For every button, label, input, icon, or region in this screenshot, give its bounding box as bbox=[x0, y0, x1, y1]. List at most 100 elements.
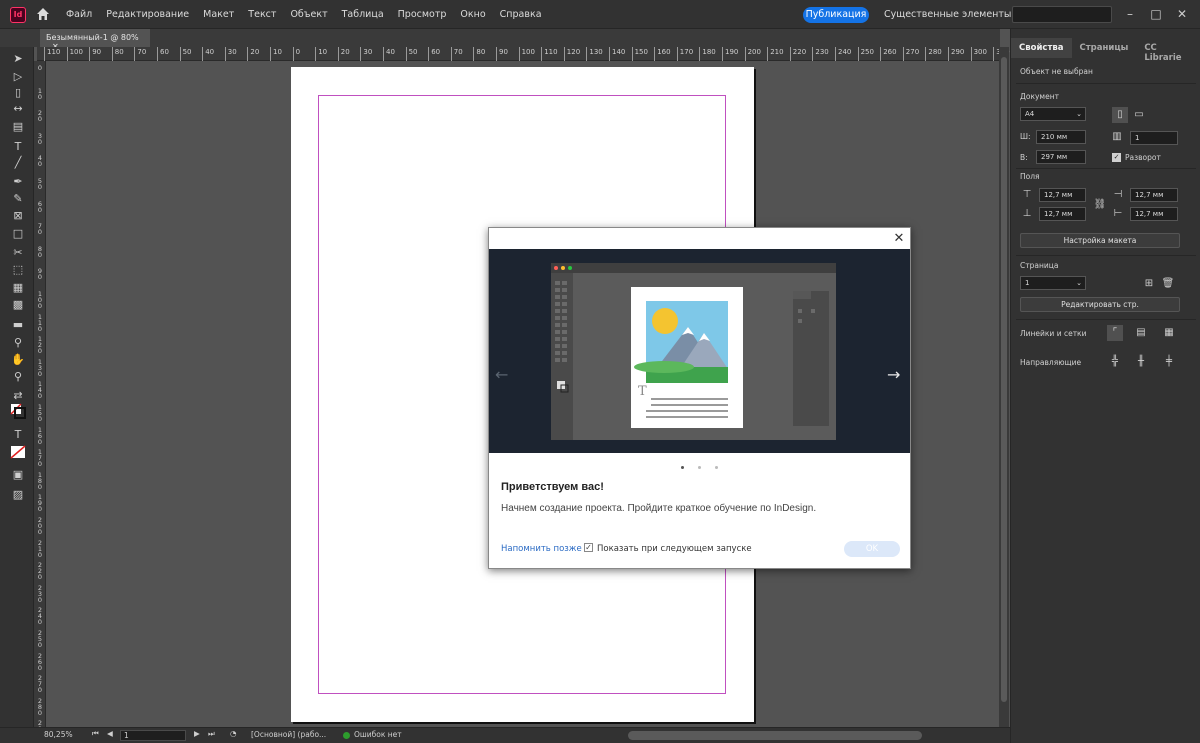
carousel-dot[interactable] bbox=[681, 466, 684, 469]
screen-mode-icon[interactable]: ▣ bbox=[9, 467, 27, 483]
menu-table[interactable]: Таблица bbox=[342, 9, 384, 20]
vertical-ruler[interactable]: 0 10 20 30 40 50 60 70 80 90 100 110 120130 140 150 160… bbox=[34, 61, 46, 739]
spread-checkbox[interactable]: ✓ bbox=[1112, 153, 1121, 162]
menu-layout[interactable]: Макет bbox=[203, 9, 234, 20]
type-tool-icon[interactable]: T bbox=[9, 139, 27, 155]
pencil-tool-icon[interactable]: ✎ bbox=[9, 191, 27, 207]
lock-guides-icon[interactable]: ╫ bbox=[1133, 354, 1149, 370]
zoom-tool-icon[interactable]: ⚲ bbox=[9, 369, 27, 385]
rulers-icon[interactable]: ⌜ bbox=[1107, 325, 1123, 341]
content-collector-tool-icon[interactable]: ▤ bbox=[9, 119, 27, 135]
tab-cc-libraries[interactable]: CC Librarie bbox=[1136, 38, 1200, 63]
menu-type[interactable]: Текст bbox=[248, 9, 276, 20]
hand-tool-icon[interactable]: ✋ bbox=[9, 352, 27, 368]
selection-tool-icon[interactable]: ➤ bbox=[9, 51, 27, 67]
ruler-tick-label: 180 bbox=[699, 47, 716, 61]
pages-count-field[interactable]: 1 bbox=[1130, 131, 1178, 145]
home-icon[interactable] bbox=[35, 6, 51, 22]
portrait-orientation-icon[interactable]: ▯ bbox=[1112, 107, 1128, 123]
landscape-orientation-icon[interactable]: ▭ bbox=[1131, 107, 1147, 123]
snap-guides-icon[interactable]: ╪ bbox=[1161, 354, 1177, 370]
gradient-swatch-tool-icon[interactable]: ▦ bbox=[9, 280, 27, 296]
margin-bottom-field[interactable]: 12,7 мм bbox=[1039, 207, 1086, 221]
menu-edit[interactable]: Редактирование bbox=[106, 9, 189, 20]
chevron-down-icon: ⌄ bbox=[1076, 110, 1082, 118]
close-window-button[interactable]: ✕ bbox=[1172, 4, 1192, 24]
preset-select[interactable]: A4 ⌄ bbox=[1020, 107, 1086, 121]
carousel-next-arrow[interactable]: → bbox=[887, 365, 900, 384]
vertical-scroll-thumb[interactable] bbox=[1001, 57, 1007, 702]
ruler-tick-label: 170 bbox=[676, 47, 693, 61]
width-field[interactable]: 210 мм bbox=[1036, 130, 1086, 144]
eyedropper-tool-icon[interactable]: ⚲ bbox=[9, 335, 27, 351]
tab-pages[interactable]: Страницы bbox=[1072, 38, 1137, 58]
errors-label[interactable]: Ошибок нет bbox=[354, 730, 402, 739]
carousel-dot[interactable] bbox=[715, 466, 718, 469]
ruler-tick-label: 100 bbox=[66, 47, 83, 61]
workspace-switcher[interactable]: Существенные элементы ⌄ bbox=[884, 9, 1022, 20]
carousel-dot[interactable] bbox=[698, 466, 701, 469]
pen-tool-icon[interactable]: ✒ bbox=[9, 174, 27, 190]
menu-help[interactable]: Справка bbox=[500, 9, 542, 20]
first-page-icon[interactable]: ⏮ bbox=[92, 729, 99, 739]
document-tab[interactable]: Безымянный-1 @ 80% ✕ bbox=[40, 29, 150, 51]
swap-colors-icon[interactable]: ⇄ bbox=[9, 388, 27, 404]
ruler-tick-label: 10 bbox=[270, 47, 282, 61]
apply-none-icon[interactable] bbox=[9, 445, 27, 461]
line-tool-icon[interactable]: ╱ bbox=[9, 155, 27, 171]
vertical-scrollbar[interactable] bbox=[999, 47, 1009, 727]
minimize-button[interactable]: – bbox=[1120, 4, 1140, 24]
free-transform-tool-icon[interactable]: ⬚ bbox=[9, 262, 27, 278]
layout-settings-button[interactable]: Настройка макета bbox=[1020, 233, 1180, 248]
gap-tool-icon[interactable]: ↔ bbox=[9, 101, 27, 117]
horizontal-ruler[interactable]: 110 100 90 80 70 60 50 40 30 20 10 0 10 20 30 40 50 60 70 8… bbox=[37, 47, 1010, 61]
margin-top-field[interactable]: 12,7 мм bbox=[1039, 188, 1086, 202]
last-page-icon[interactable]: ⏭ bbox=[208, 729, 215, 739]
pages-icon: ▥ bbox=[1112, 131, 1122, 142]
maximize-button[interactable]: □ bbox=[1146, 4, 1166, 24]
rectangle-tool-icon[interactable]: □ bbox=[9, 226, 27, 242]
edit-page-button[interactable]: Редактировать стр. bbox=[1020, 297, 1180, 312]
chevron-down-icon: ⌄ bbox=[1076, 279, 1082, 287]
tab-properties[interactable]: Свойства bbox=[1011, 38, 1072, 58]
add-page-icon[interactable]: ⊞ bbox=[1141, 276, 1157, 292]
ruler-tick-label: 270 bbox=[902, 47, 919, 61]
page-tool-icon[interactable]: ▯ bbox=[9, 85, 27, 101]
show-guides-icon[interactable]: ╬ bbox=[1107, 354, 1123, 370]
menu-window[interactable]: Окно bbox=[460, 9, 485, 20]
ok-button[interactable]: OK bbox=[844, 541, 900, 557]
margin-left-field[interactable]: 12,7 мм bbox=[1130, 188, 1178, 202]
page-number-field[interactable]: 1 bbox=[120, 730, 186, 741]
fill-stroke-swatch-icon[interactable] bbox=[9, 403, 27, 419]
rectangle-frame-tool-icon[interactable]: ⊠ bbox=[9, 208, 27, 224]
gradient-feather-tool-icon[interactable]: ▩ bbox=[9, 297, 27, 313]
horizontal-scroll-thumb[interactable] bbox=[628, 731, 922, 740]
view-mode-icon[interactable]: ▨ bbox=[9, 487, 27, 503]
delete-page-icon[interactable]: 🗑 bbox=[1160, 276, 1176, 292]
master-mode-label[interactable]: [Основной] (рабо... bbox=[251, 730, 326, 739]
preflight-icon[interactable]: ◔ bbox=[230, 729, 237, 738]
link-margins-icon[interactable]: ⛓ bbox=[1092, 197, 1108, 213]
previous-page-icon[interactable]: ◀ bbox=[107, 729, 113, 738]
remind-later-link[interactable]: Напомнить позже bbox=[501, 544, 582, 554]
page-select[interactable]: 1 ⌄ bbox=[1020, 276, 1086, 290]
height-field[interactable]: 297 мм bbox=[1036, 150, 1086, 164]
scissors-tool-icon[interactable]: ✂ bbox=[9, 245, 27, 261]
document-grid-icon[interactable]: ▦ bbox=[1161, 325, 1177, 341]
menu-object[interactable]: Объект bbox=[290, 9, 327, 20]
publish-button[interactable]: Публикация bbox=[803, 7, 869, 23]
ruler-tick-label: 200 bbox=[744, 47, 761, 61]
zoom-level[interactable]: 80,25% bbox=[44, 730, 73, 739]
direct-selection-tool-icon[interactable]: ▷ bbox=[9, 69, 27, 85]
formatting-affects-text-icon[interactable]: T bbox=[9, 427, 27, 443]
show-next-checkbox[interactable]: ✓ bbox=[584, 543, 593, 552]
next-page-icon[interactable]: ▶ bbox=[194, 729, 200, 738]
margin-right-field[interactable]: 12,7 мм bbox=[1130, 207, 1178, 221]
baseline-grid-icon[interactable]: ▤ bbox=[1133, 325, 1149, 341]
close-dialog-button[interactable]: ✕ bbox=[891, 231, 907, 247]
menu-view[interactable]: Просмотр bbox=[398, 9, 447, 20]
carousel-prev-arrow[interactable]: ← bbox=[495, 365, 508, 384]
menu-file[interactable]: Файл bbox=[66, 9, 92, 20]
note-tool-icon[interactable]: ▬ bbox=[9, 317, 27, 333]
search-input[interactable] bbox=[1012, 6, 1112, 23]
